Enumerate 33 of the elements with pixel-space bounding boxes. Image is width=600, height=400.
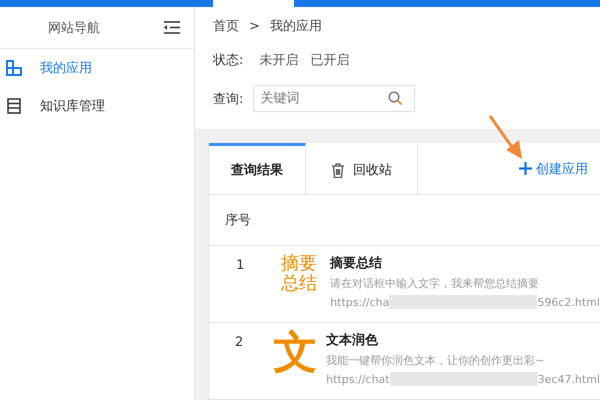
- tab[interactable]: 查询结果: [209, 143, 306, 194]
- breadcrumb-item: >: [249, 18, 260, 34]
- trash-icon: [331, 162, 345, 178]
- arrow-drawing: [488, 114, 524, 160]
- plus-icon: [519, 162, 532, 175]
- sidebar-item[interactable]: 我的应用: [0, 49, 194, 87]
- create-app-button[interactable]: 创建应用: [519, 160, 588, 178]
- column-header: 序号: [225, 212, 251, 229]
- breadcrumb-item: 首页: [213, 18, 239, 35]
- row-index: 1: [236, 258, 244, 273]
- app-logo: 文: [274, 327, 318, 378]
- app-description: 请在对话框中输入文字，我来帮您总结摘要: [330, 276, 540, 291]
- menu-icon[interactable]: [164, 21, 180, 34]
- url-text: 3ec47.html: [538, 372, 600, 386]
- url-text: https://chat: [326, 372, 390, 386]
- stack-icon: [6, 98, 22, 114]
- sidebar-title: 网站导航: [48, 20, 100, 36]
- url-text: https://cha: [330, 296, 390, 308]
- status-label: 状态:: [213, 52, 244, 69]
- app-title[interactable]: 文本润色: [326, 331, 600, 349]
- status-option[interactable]: 已开启: [310, 51, 350, 69]
- sidebar-item[interactable]: 知识库管理: [0, 87, 194, 125]
- app-logo: 摘要 总结: [280, 253, 317, 294]
- search-icon[interactable]: [388, 91, 404, 106]
- app-title[interactable]: 摘要总结: [330, 254, 600, 272]
- breadcrumb-item: 我的应用: [270, 18, 322, 35]
- grid-icon: [6, 60, 22, 76]
- query-label: 查询:: [213, 90, 244, 108]
- row-index: 2: [235, 335, 244, 350]
- url-text: 596c2.html: [537, 296, 600, 308]
- search-field[interactable]: 关键词: [253, 85, 416, 112]
- app-description: 我能一键帮你润色文本，让你的创作更出彩~: [326, 353, 546, 368]
- status-option[interactable]: 未开启: [259, 51, 298, 69]
